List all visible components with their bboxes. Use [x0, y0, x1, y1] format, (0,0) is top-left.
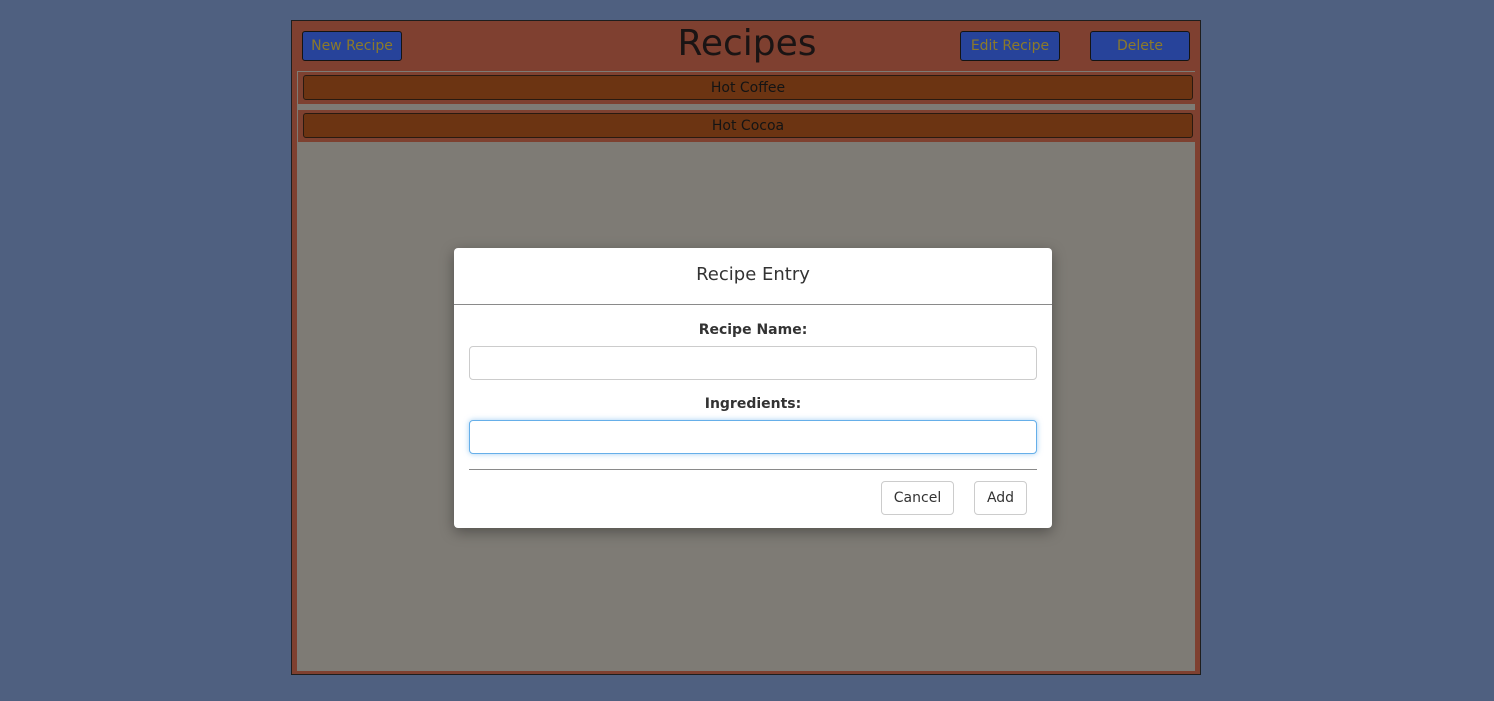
delete-button[interactable]: Delete: [1090, 31, 1190, 61]
dialog-header-divider: [454, 304, 1052, 305]
recipe-name-input[interactable]: [469, 346, 1037, 380]
recipe-item-hot-cocoa[interactable]: Hot Cocoa: [303, 113, 1193, 138]
ingredients-input[interactable]: [469, 420, 1037, 454]
dialog-title: Recipe Entry: [696, 264, 810, 285]
dialog-footer-divider: [469, 469, 1037, 470]
edit-recipe-button[interactable]: Edit Recipe: [960, 31, 1060, 61]
app-header: New Recipe Recipes Edit Recipe Delete: [292, 21, 1200, 71]
list-item: Hot Cocoa: [298, 110, 1196, 142]
cancel-button[interactable]: Cancel: [881, 481, 954, 515]
add-button[interactable]: Add: [974, 481, 1027, 515]
recipe-name-label: Recipe Name:: [698, 322, 808, 338]
page-title: Recipes: [677, 23, 817, 64]
recipe-entry-dialog: Recipe Entry Recipe Name: Ingredients: C…: [454, 248, 1052, 528]
ingredients-label: Ingredients:: [704, 396, 802, 412]
list-item: Hot Coffee: [298, 72, 1196, 104]
recipe-item-hot-coffee[interactable]: Hot Coffee: [303, 75, 1193, 100]
